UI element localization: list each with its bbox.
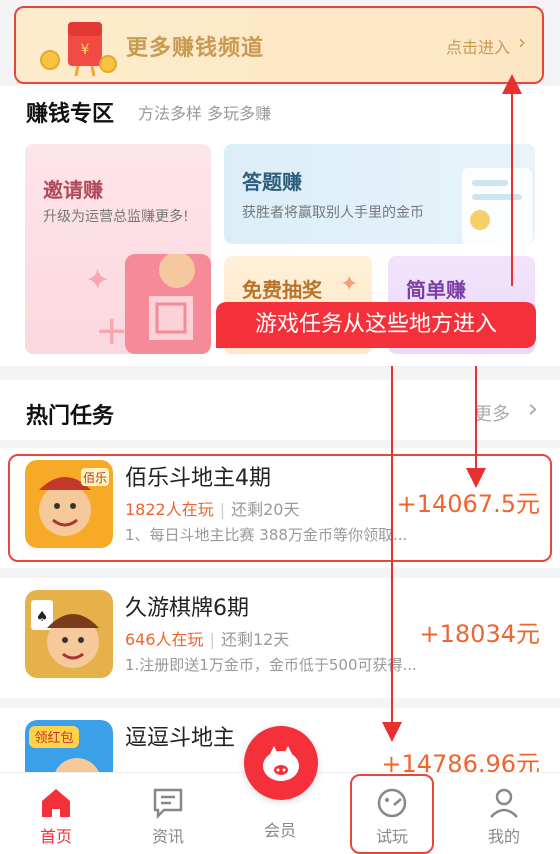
task-players: 646人在玩 (125, 630, 204, 649)
pig-icon (263, 746, 299, 781)
more-channels-banner[interactable]: ¥ 更多赚钱频道 点击进入 › (14, 6, 544, 84)
card-title: 答题赚 (242, 170, 302, 194)
tab-label: 会员 (263, 821, 296, 840)
certificate-icon (462, 168, 532, 244)
tutorial-callout: 游戏任务从这些地方进入 (216, 302, 536, 348)
zone-subtitle: 方法多样 多玩多赚 (138, 104, 272, 123)
section-title: 热门任务 (26, 404, 115, 429)
task-reward: +18034元 (419, 620, 540, 648)
task-row[interactable]: ♠ 久游棋牌6期 646人在玩 | 还剩12天 1.注册即送1万金币，金币低于500… (0, 578, 560, 698)
task-remaining: 还剩12天 (220, 630, 290, 649)
tab-label: 资讯 (151, 827, 184, 846)
tab-label: 试玩 (375, 827, 408, 846)
tab-home[interactable]: 首页 (6, 773, 106, 854)
card-title: 简单赚 (406, 278, 466, 302)
news-icon (153, 788, 183, 820)
task-desc: 1、每日斗地主比赛 388万金币等你领取... (125, 526, 408, 544)
separator: | (219, 500, 226, 519)
vip-button[interactable] (244, 726, 318, 800)
task-name: 久游棋牌6期 (125, 596, 249, 621)
card-title: 免费抽奖 (242, 278, 322, 302)
svg-text:+: + (95, 308, 129, 354)
banner-title: 更多赚钱频道 (126, 36, 265, 61)
task-players: 1822人在玩 (125, 500, 214, 519)
gamepad-icon (377, 788, 407, 818)
svg-text:¥: ¥ (81, 42, 90, 58)
svg-text:♠: ♠ (36, 609, 49, 625)
game-icon-text: 佰乐 (83, 471, 107, 485)
user-icon (490, 788, 518, 818)
card-desc: 升级为运营总监赚更多! (43, 209, 189, 225)
task-reward: +14067.5元 (396, 490, 540, 518)
tab-news[interactable]: 资讯 (118, 773, 218, 854)
hot-tasks-header: 热门任务 更多 › (0, 380, 560, 440)
game-icon-text: 领红包 (34, 730, 73, 746)
task-row[interactable]: 佰乐 佰乐斗地主4期 1822人在玩 | 还剩20天 1、每日斗地主比赛 388万金… (0, 448, 560, 568)
card-desc: 获胜者将赢取别人手里的金币 (242, 205, 424, 221)
red-envelope-icon: ¥ (40, 22, 117, 77)
zone-title: 赚钱专区 (26, 102, 115, 127)
task-name: 佰乐斗地主4期 (125, 466, 271, 491)
tab-profile[interactable]: 我的 (454, 773, 554, 854)
chevron-right-icon: › (527, 394, 538, 424)
red-envelope-icon: + ✦ (85, 254, 211, 354)
sparkle-icon: ✦ (340, 272, 359, 297)
game-icon-jiuyou: ♠ (25, 590, 113, 678)
card-title: 邀请赚 (43, 178, 103, 202)
invite-earn-card[interactable]: 邀请赚 升级为运营总监赚更多! + ✦ (25, 144, 211, 354)
tab-label: 首页 (39, 827, 72, 846)
quiz-earn-card[interactable]: 答题赚 获胜者将赢取别人手里的金币 (224, 144, 535, 244)
banner-enter-link[interactable]: 点击进入 (446, 34, 510, 58)
separator: | (209, 630, 215, 649)
home-icon (42, 789, 70, 817)
app-screen: ¥ 更多赚钱频道 点击进入 › 赚钱专区 方法多样 多玩多赚 邀请赚 升级为运营… (0, 0, 560, 854)
chevron-right-icon: › (518, 30, 526, 54)
task-desc: 1.注册即送1万金币，金币低于500可获得... (125, 656, 417, 674)
task-meta: 646人在玩 | 还剩12天 (125, 626, 289, 650)
task-meta: 1822人在玩 | 还剩20天 (125, 496, 300, 520)
more-link[interactable]: 更多 (474, 400, 510, 426)
tab-trial[interactable]: 试玩 (342, 773, 442, 854)
tab-label: 我的 (487, 827, 520, 846)
task-name: 逗逗斗地主 (125, 726, 236, 751)
game-icon-baile: 佰乐 (25, 460, 113, 548)
task-remaining: 还剩20天 (231, 500, 300, 519)
svg-text:✦: ✦ (85, 263, 110, 298)
